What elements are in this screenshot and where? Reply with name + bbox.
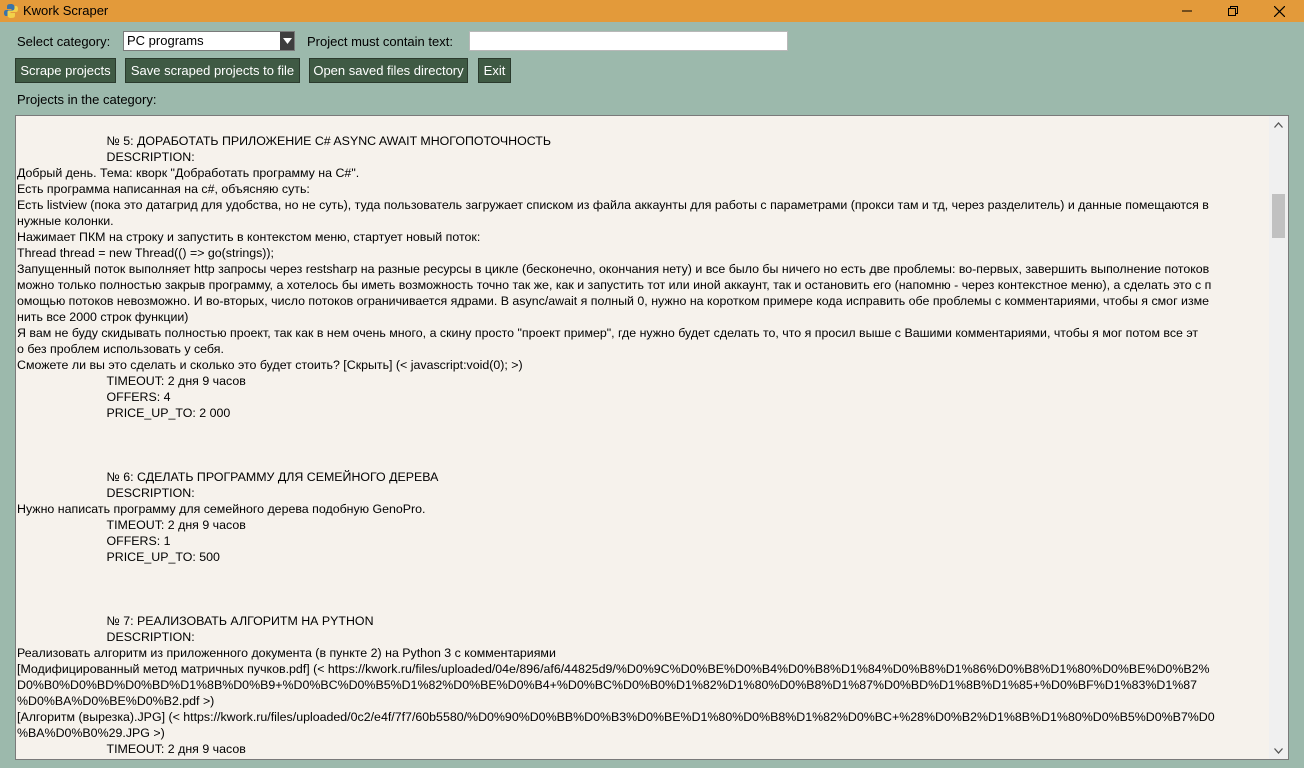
open-directory-button[interactable]: Open saved files directory	[309, 58, 468, 83]
scroll-thumb[interactable]	[1272, 194, 1285, 238]
dropdown-arrow[interactable]	[280, 32, 294, 50]
project-text-line	[17, 421, 1269, 437]
project-text-line	[17, 565, 1269, 581]
project-text-line: OFFERS: 4	[17, 390, 171, 404]
category-label: Select category:	[17, 34, 111, 49]
project-text-line: DESCRIPTION:	[17, 486, 195, 500]
project-text-line: № 5: ДОРАБОТАТЬ ПРИЛОЖЕНИЕ C# ASYNC AWAI…	[17, 134, 551, 148]
project-text-line: омощью потоков невозможно. И во-вторых, …	[17, 294, 1210, 308]
project-text-line: Запущенный поток выполняет http запросы …	[17, 262, 1210, 276]
title-bar: Kwork Scraper	[0, 0, 1304, 22]
project-text-line: Добрый день. Тема: кворк "Добработать пр…	[17, 166, 360, 180]
vertical-scrollbar[interactable]	[1269, 115, 1289, 760]
project-text-line: Я вам не буду скидывать полностью проект…	[17, 326, 1199, 340]
category-select[interactable]: PC programs	[123, 31, 295, 51]
project-text-line	[17, 437, 1269, 453]
maximize-icon	[1228, 6, 1238, 16]
project-text-line: № 7: РЕАЛИЗОВАТЬ АЛГОРИТМ НА PYTHON	[17, 614, 374, 628]
project-text-line: нить все 2000 строк функции)	[17, 310, 189, 324]
python-app-icon	[3, 3, 19, 19]
projects-label: Projects in the category:	[17, 92, 157, 107]
project-text-line: Реализовать алгоритм из приложенного док…	[17, 646, 556, 660]
project-text-line: TIMEOUT: 2 дня 9 часов	[17, 518, 246, 532]
project-text-line	[17, 597, 1269, 613]
project-text-line: %BA%D0%B0%29.JPG >)	[17, 726, 165, 740]
close-button[interactable]	[1256, 0, 1302, 22]
project-text-line: DESCRIPTION:	[17, 150, 195, 164]
filter-label: Project must contain text:	[307, 34, 453, 49]
project-text-line	[17, 581, 1269, 597]
chevron-down-icon	[282, 38, 292, 44]
project-text-line: Thread thread = new Thread(() => go(stri…	[17, 246, 274, 260]
chevron-up-icon	[1274, 121, 1283, 128]
project-text-line: PRICE_UP_TO: 2 000	[17, 406, 231, 420]
project-text-line: Нажимает ПКМ на строку и запустить в кон…	[17, 230, 481, 244]
project-text-line	[17, 453, 1269, 469]
project-text-line: PRICE_UP_TO: 500	[17, 550, 220, 564]
project-text-line: [Алгоритм (вырезка).JPG] (< https://kwor…	[17, 710, 1215, 724]
category-value: PC programs	[127, 33, 204, 48]
project-text-line: TIMEOUT: 2 дня 9 часов	[17, 374, 246, 388]
chevron-down-icon	[1274, 747, 1283, 754]
projects-content: № 5: ДОРАБОТАТЬ ПРИЛОЖЕНИЕ C# ASYNC AWAI…	[16, 116, 1269, 757]
project-text-line: %D0%BA%D0%BE%D0%B2.pdf >)	[17, 694, 215, 708]
scrape-projects-button[interactable]: Scrape projects	[15, 58, 116, 83]
project-text-line: нужные колонки.	[17, 214, 114, 228]
exit-button[interactable]: Exit	[478, 58, 511, 83]
filter-text-input[interactable]	[469, 31, 788, 51]
projects-textarea[interactable]: № 5: ДОРАБОТАТЬ ПРИЛОЖЕНИЕ C# ASYNC AWAI…	[15, 115, 1269, 760]
project-text-line: Сможете ли вы это сделать и сколько это …	[17, 358, 523, 372]
save-to-file-button[interactable]: Save scraped projects to file	[125, 58, 300, 83]
project-text-line: Есть listview (пока это датагрид для удо…	[17, 198, 1209, 212]
project-text-line: Есть программа написанная на c#, объясня…	[17, 182, 310, 196]
scroll-down-button[interactable]	[1269, 742, 1288, 759]
minimize-button[interactable]	[1164, 0, 1210, 22]
project-text-line: Нужно написать программу для семейного д…	[17, 502, 426, 516]
project-text-line: № 6: СДЕЛАТЬ ПРОГРАММУ ДЛЯ СЕМЕЙНОГО ДЕР…	[17, 470, 439, 484]
project-text-line: OFFERS: 1	[17, 534, 171, 548]
project-text-line: DESCRIPTION:	[17, 630, 195, 644]
project-text-line: TIMEOUT: 2 дня 9 часов	[17, 742, 246, 756]
project-text-line: о без проблем использовать у себя.	[17, 342, 224, 356]
minimize-icon	[1182, 10, 1192, 12]
maximize-button[interactable]	[1210, 0, 1256, 22]
close-icon	[1273, 5, 1285, 17]
project-text-line: [Модифицированный метод матричных пучков…	[17, 662, 1210, 676]
project-text-line: D0%B0%D0%BD%D0%BD%D1%8B%D0%B9+%D0%BC%D0%…	[17, 678, 1198, 692]
scroll-up-button[interactable]	[1269, 116, 1288, 133]
window-title: Kwork Scraper	[23, 3, 109, 18]
project-text-line: можно только полностью закрыв программу,…	[17, 278, 1212, 292]
